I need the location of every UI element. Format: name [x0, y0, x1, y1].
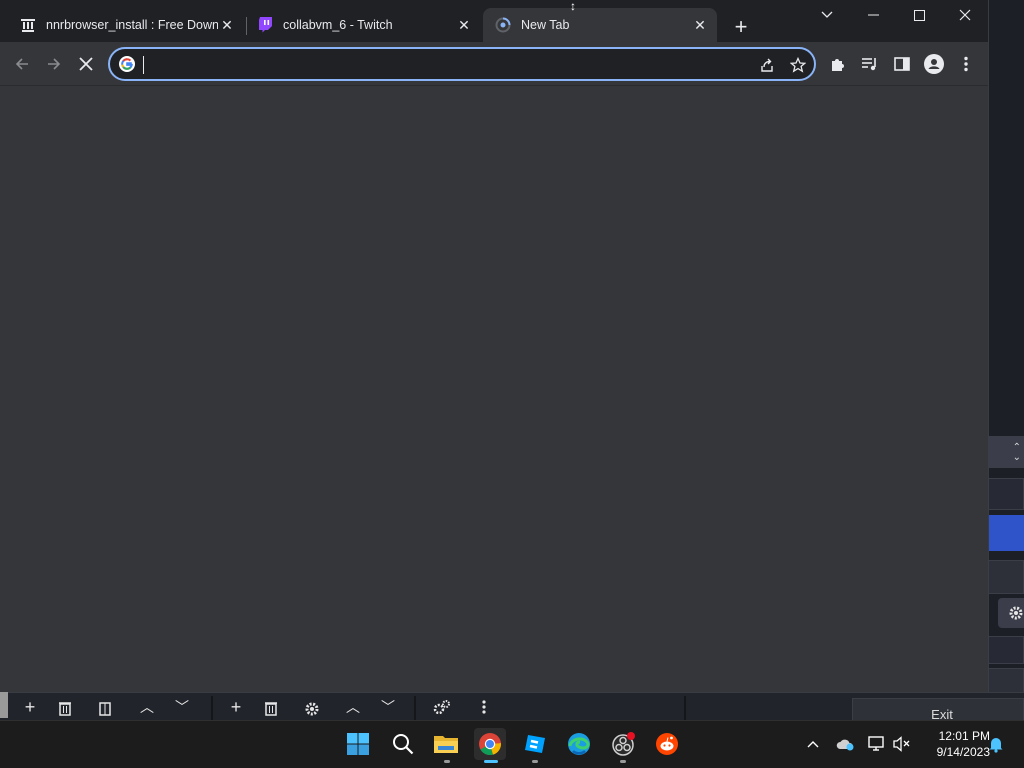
chevron-down-icon	[821, 11, 833, 18]
chrome-window: nnrbrowser_install : Free Downlo ✕ colla…	[0, 0, 988, 692]
text-caret	[143, 56, 144, 74]
tab-nnrbrowser-install[interactable]: nnrbrowser_install : Free Downlo ✕	[8, 8, 244, 42]
close-icon[interactable]: ✕	[218, 16, 236, 34]
chevron-down-icon[interactable]: ﹀	[169, 700, 195, 720]
trash-icon[interactable]	[52, 700, 78, 720]
google-icon	[119, 56, 135, 72]
search-icon[interactable]	[387, 728, 419, 760]
network-icon[interactable]	[867, 734, 887, 754]
close-icon[interactable]: ✕	[455, 16, 473, 34]
roblox-studio-icon[interactable]	[519, 728, 551, 760]
archive-icon	[20, 17, 36, 33]
tab-title: nnrbrowser_install : Free Downlo	[46, 18, 218, 32]
volume-muted-icon[interactable]	[892, 734, 912, 754]
arrow-left-icon	[15, 58, 28, 70]
tab-new-tab[interactable]: New Tab ✕	[483, 8, 717, 42]
mouse-cursor: ↕	[570, 0, 576, 13]
background-scroll-control[interactable]: ⌃ ⌄	[988, 436, 1024, 468]
background-window-edge	[0, 692, 8, 718]
background-panel-row	[988, 478, 1024, 510]
arrow-right-icon	[48, 58, 61, 70]
background-selected-item[interactable]	[989, 515, 1024, 551]
clock-date: 9/14/2023	[936, 745, 990, 759]
address-bar[interactable]	[108, 47, 816, 81]
gear-icon[interactable]	[299, 700, 325, 720]
new-tab-button[interactable]: +	[728, 14, 754, 40]
maximize-button[interactable]	[896, 0, 942, 30]
background-panel-row	[988, 560, 1024, 594]
more-vertical-icon[interactable]	[954, 53, 978, 75]
divider	[211, 696, 213, 720]
close-icon	[79, 57, 93, 71]
background-panel-row	[988, 636, 1024, 664]
chevron-up-icon[interactable]: ︿	[134, 700, 160, 720]
chrome-icon[interactable]	[474, 728, 506, 760]
obs-icon[interactable]	[607, 728, 639, 760]
back-button[interactable]	[8, 50, 36, 78]
tab-collabvm-twitch[interactable]: collabvm_6 - Twitch ✕	[245, 8, 481, 42]
chevron-down-icon[interactable]: ﹀	[375, 700, 401, 720]
mixer-settings-icon[interactable]	[429, 700, 455, 720]
minimize-button[interactable]	[850, 0, 896, 30]
close-icon	[959, 9, 971, 21]
add-icon[interactable]: +	[223, 698, 249, 720]
onedrive-cloud-icon[interactable]	[835, 734, 855, 754]
reddit-icon[interactable]	[651, 728, 683, 760]
minimize-icon	[867, 14, 879, 16]
spin-arrows-icon: ⌃ ⌄	[1012, 442, 1021, 463]
bookmark-star-icon[interactable]	[787, 54, 809, 76]
divider	[684, 696, 686, 720]
tab-title: collabvm_6 - Twitch	[283, 18, 393, 32]
divider	[414, 696, 416, 720]
chrome-loading-icon	[495, 17, 511, 33]
share-icon[interactable]	[756, 54, 778, 76]
profile-avatar-icon[interactable]	[922, 53, 946, 75]
filter-icon[interactable]	[92, 700, 118, 720]
running-indicator	[532, 760, 538, 763]
tab-search-button[interactable]	[804, 0, 850, 30]
notification-bell-icon[interactable]	[986, 734, 1006, 754]
twitch-icon	[257, 17, 273, 33]
extensions-icon[interactable]	[826, 53, 850, 75]
chevron-up-icon[interactable]	[803, 734, 823, 754]
running-indicator	[620, 760, 626, 763]
page-content	[0, 86, 988, 692]
more-vertical-icon[interactable]	[471, 700, 497, 720]
plus-icon: +	[734, 14, 748, 39]
chevron-up-icon[interactable]: ︿	[340, 700, 366, 720]
side-panel-icon[interactable]	[890, 53, 914, 75]
add-icon[interactable]: +	[17, 698, 43, 720]
windows-start-icon[interactable]	[342, 728, 374, 760]
stop-loading-button[interactable]	[72, 50, 100, 78]
running-indicator	[444, 760, 450, 763]
folder-icon[interactable]	[430, 728, 462, 760]
active-indicator	[484, 760, 498, 763]
trash-icon[interactable]	[258, 700, 284, 720]
edge-icon[interactable]	[563, 728, 595, 760]
close-icon[interactable]: ✕	[691, 16, 709, 34]
maximize-icon	[913, 9, 925, 21]
background-settings-button[interactable]	[998, 598, 1024, 628]
window-close-button[interactable]	[942, 0, 988, 30]
omnibox-input[interactable]	[143, 55, 743, 75]
media-control-icon[interactable]	[858, 53, 882, 75]
clock-time: 12:01 PM	[938, 729, 990, 743]
tab-strip: nnrbrowser_install : Free Downlo ✕ colla…	[0, 0, 988, 42]
tab-title: New Tab	[521, 18, 570, 32]
forward-button[interactable]	[40, 50, 68, 78]
gear-icon	[1009, 606, 1023, 620]
clock[interactable]: 12:01 PM 9/14/2023	[918, 728, 990, 760]
